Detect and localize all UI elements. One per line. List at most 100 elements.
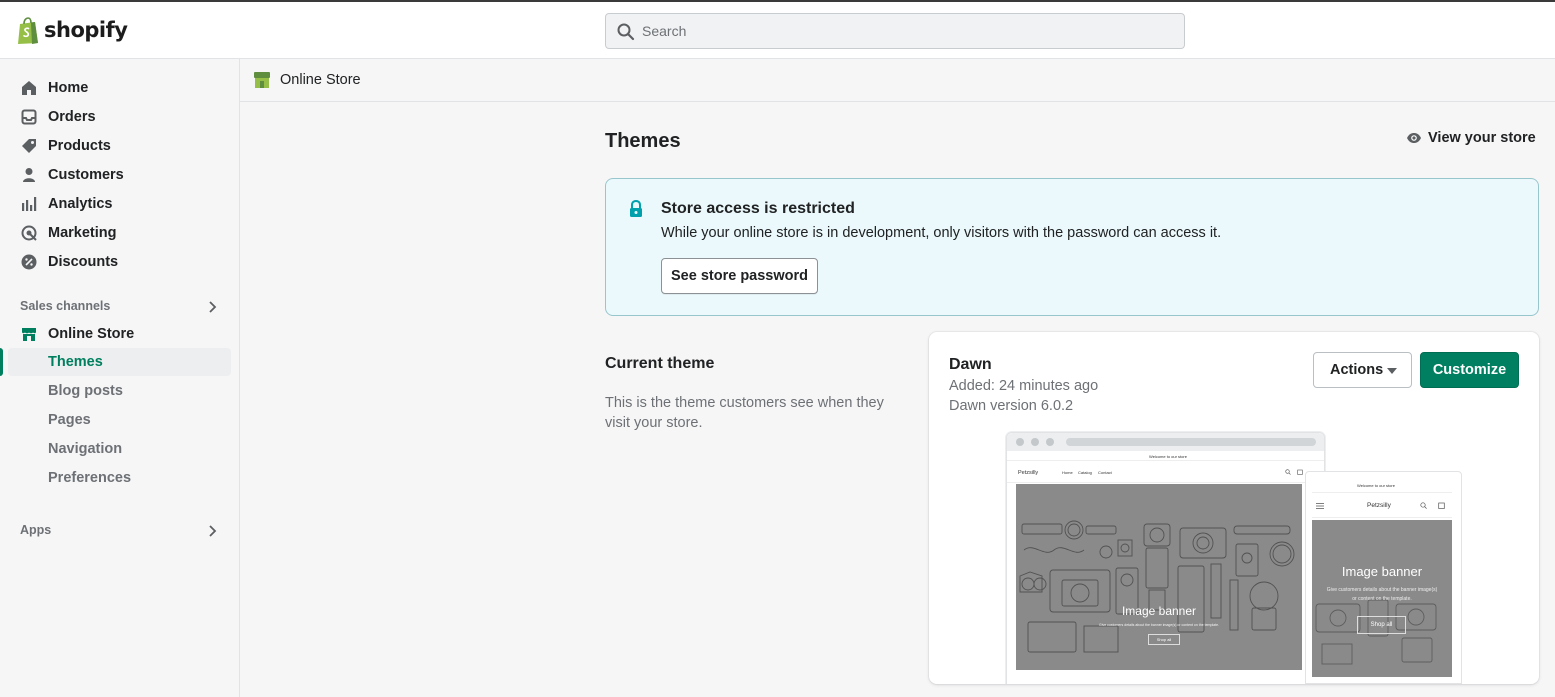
mobile-announcement-text: Welcome to our store — [1357, 483, 1395, 488]
breadcrumb-label[interactable]: Online Store — [280, 72, 361, 88]
banner-text: While your online store is in developmen… — [661, 225, 1222, 241]
preview-announcement-text: Welcome to our store — [1149, 454, 1187, 459]
sidebar-item-label: Products — [48, 138, 111, 154]
sidebar-item-label: Home — [48, 80, 89, 96]
preview-banner-title: Image banner — [1121, 604, 1197, 618]
sidebar-item-analytics[interactable]: Analytics — [0, 190, 231, 218]
caret-down-icon — [1387, 368, 1397, 374]
sidebar-item-marketing[interactable]: Marketing — [0, 219, 231, 247]
sidebar-item-label: Orders — [48, 109, 96, 125]
brand-name: shopify — [44, 18, 128, 42]
sales-channels-label: Sales channels — [20, 299, 111, 313]
sidebar-item-label: Marketing — [48, 225, 117, 241]
sidebar-item-customers[interactable]: Customers — [0, 161, 231, 189]
sales-channels-header[interactable]: Sales channels — [20, 299, 220, 319]
sidebar-item-home[interactable]: Home — [0, 74, 231, 102]
preview-banner-subtitle: Give customers details about the banner … — [1098, 623, 1220, 627]
preview-image-banner: Image banner Give customers details abou… — [1016, 484, 1302, 670]
preview-header: Petzsilly Home Catalog Contact — [1007, 462, 1324, 483]
sidebar-subitem-navigation[interactable]: Navigation — [8, 435, 231, 463]
window-dot — [1031, 438, 1039, 446]
actions-label: Actions — [1330, 362, 1384, 378]
window-dot — [1046, 438, 1054, 446]
banner-title: Store access is restricted — [661, 200, 855, 217]
theme-card: Dawn Added: 24 minutes ago Dawn version … — [929, 332, 1539, 684]
window-dot — [1016, 438, 1024, 446]
sidebar-subitem-themes[interactable]: Themes — [8, 348, 231, 376]
active-indicator — [0, 348, 3, 376]
preview-nav-item: Contact — [1098, 470, 1112, 475]
mobile-banner-title: Image banner — [1341, 564, 1423, 579]
view-store-label: View your store — [1428, 130, 1536, 146]
sidebar-subitem-label: Preferences — [48, 470, 132, 486]
eye-icon — [1407, 133, 1421, 143]
theme-version: Dawn version 6.0.2 — [949, 398, 1074, 414]
mobile-cart-icon — [1438, 502, 1445, 509]
current-theme-heading: Current theme — [605, 355, 715, 372]
theme-name: Dawn — [949, 356, 992, 373]
sidebar-subitem-label: Pages — [48, 412, 91, 428]
sidebar-subitem-label: Themes — [48, 354, 103, 370]
sidebar: Home Orders Products Customers Analytics… — [0, 59, 240, 697]
sidebar-item-online-store[interactable]: Online Store — [0, 320, 231, 348]
search-icon — [617, 23, 635, 41]
page-title: Themes — [605, 130, 681, 152]
lock-icon — [630, 200, 642, 217]
url-bar — [1066, 438, 1316, 446]
chevron-right-icon[interactable] — [204, 299, 220, 315]
search-bar[interactable] — [605, 13, 1185, 49]
store-icon — [22, 328, 36, 341]
preview-shop-all-button: Shop all — [1148, 634, 1180, 645]
mobile-image-banner: Image banner Give customers details abou… — [1312, 520, 1452, 677]
preview-search-icon — [1285, 469, 1291, 475]
shopify-logo[interactable]: shopify — [16, 16, 128, 46]
target-icon — [21, 225, 37, 241]
mobile-shop-all-button: Shop all — [1357, 616, 1406, 634]
store-restricted-banner: Store access is restricted While your on… — [605, 178, 1539, 316]
hamburger-icon — [1316, 503, 1324, 509]
sidebar-item-products[interactable]: Products — [0, 132, 231, 160]
online-store-icon — [254, 72, 270, 88]
sidebar-item-label: Customers — [48, 167, 124, 183]
preview-cart-icon — [1297, 469, 1303, 475]
current-theme-description: This is the theme customers see when the… — [605, 395, 884, 431]
customize-button[interactable]: Customize — [1420, 352, 1519, 388]
sidebar-subitem-blog-posts[interactable]: Blog posts — [8, 377, 231, 405]
sidebar-subitem-label: Blog posts — [48, 383, 123, 399]
tag-icon — [22, 139, 36, 153]
actions-button[interactable]: Actions — [1313, 352, 1412, 388]
sidebar-item-orders[interactable]: Orders — [0, 103, 231, 131]
discount-icon — [21, 254, 37, 270]
inbox-icon — [21, 109, 37, 125]
top-bar: shopify — [0, 0, 1555, 59]
desktop-preview[interactable]: Welcome to our store Petzsilly Home Cata… — [1006, 432, 1325, 684]
see-store-password-button[interactable]: See store password — [661, 258, 818, 294]
browser-chrome — [1007, 433, 1324, 451]
sidebar-item-label: Discounts — [48, 254, 119, 270]
search-input[interactable] — [642, 14, 1172, 48]
mobile-banner-subtitle: Give customers details about the banner … — [1326, 587, 1438, 602]
view-store-link[interactable]: View your store — [1406, 130, 1536, 146]
bar-chart-icon — [22, 197, 37, 211]
mobile-preview[interactable]: Welcome to our store Petzsilly Image ban… — [1305, 471, 1462, 684]
home-icon — [22, 81, 36, 95]
chevron-right-icon[interactable] — [204, 523, 220, 539]
preview-nav-item: Home — [1062, 470, 1073, 475]
sidebar-subitem-label: Navigation — [48, 441, 123, 457]
mobile-search-icon — [1420, 502, 1427, 509]
theme-added: Added: 24 minutes ago — [949, 378, 1099, 394]
apps-label: Apps — [20, 523, 52, 537]
apps-header[interactable]: Apps — [20, 523, 220, 543]
person-icon — [23, 168, 35, 182]
mobile-store-name: Petzsilly — [1367, 502, 1391, 509]
mobile-header: Petzsilly — [1312, 494, 1452, 518]
preview-nav-item: Catalog — [1078, 470, 1092, 475]
sidebar-item-discounts[interactable]: Discounts — [0, 248, 231, 276]
breadcrumb: Online Store — [240, 59, 1555, 102]
preview-store-name: Petzsilly — [1018, 470, 1039, 476]
shopping-bag-icon — [18, 17, 38, 44]
mobile-announcement-bar: Welcome to our store — [1312, 479, 1452, 493]
sidebar-item-label: Online Store — [48, 326, 135, 342]
sidebar-subitem-preferences[interactable]: Preferences — [8, 464, 231, 492]
sidebar-subitem-pages[interactable]: Pages — [8, 406, 231, 434]
